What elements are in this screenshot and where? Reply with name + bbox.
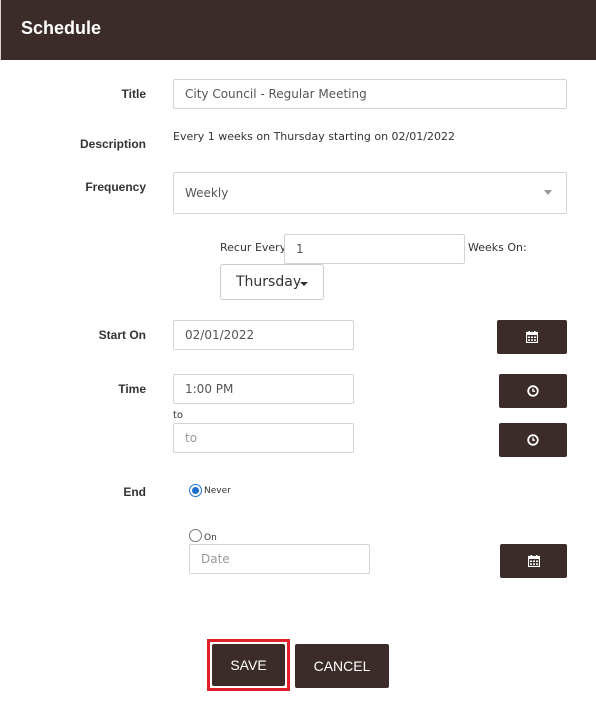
end-never-label: Never (204, 486, 231, 496)
clock-icon (527, 434, 539, 446)
start-date-picker-button[interactable] (497, 320, 567, 354)
weekday-dropdown-label: Thursday (236, 274, 302, 290)
calendar-icon (526, 331, 538, 343)
weeks-on-label: Weeks On: (468, 241, 527, 254)
recur-every-label: Recur Every (220, 241, 287, 254)
description-label: Description (79, 137, 146, 151)
time-start-input[interactable] (173, 374, 354, 404)
time-end-input[interactable] (173, 423, 354, 453)
calendar-icon (528, 555, 540, 567)
time-to-label: to (173, 410, 184, 421)
frequency-select[interactable]: Weekly (173, 172, 567, 214)
end-on-radio[interactable] (189, 529, 202, 542)
end-never-radio[interactable] (189, 484, 202, 497)
end-date-picker-button[interactable] (500, 544, 567, 578)
end-on-label: On (204, 533, 217, 543)
end-label: End (123, 485, 146, 499)
description-text: Every 1 weeks on Thursday starting on 02… (173, 130, 455, 143)
recur-every-input[interactable] (284, 234, 465, 264)
cancel-button[interactable]: CANCEL (295, 644, 389, 688)
frequency-label: Frequency (85, 180, 146, 194)
title-input[interactable] (173, 79, 567, 109)
dialog-header: Schedule (0, 0, 596, 60)
frequency-select-value: Weekly (185, 186, 229, 200)
save-button[interactable]: SAVE (212, 644, 285, 686)
time-end-picker-button[interactable] (499, 423, 567, 457)
start-on-input[interactable] (173, 320, 354, 350)
caret-down-icon (544, 190, 552, 195)
time-start-picker-button[interactable] (499, 374, 567, 408)
time-label: Time (118, 382, 146, 396)
start-on-label: Start On (98, 328, 146, 342)
title-label: Title (121, 87, 146, 101)
dialog-title: Schedule (21, 18, 102, 38)
caret-down-icon (300, 282, 308, 286)
weekday-dropdown-button[interactable]: Thursday (220, 264, 324, 300)
end-date-input[interactable] (189, 544, 370, 574)
clock-icon (527, 385, 539, 397)
